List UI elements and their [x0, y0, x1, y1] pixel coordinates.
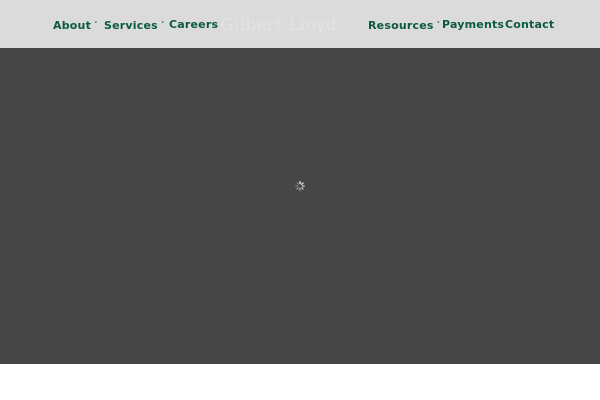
nav-services[interactable]: Services ˅ [104, 16, 165, 34]
nav-payments[interactable]: Payments [442, 16, 504, 34]
nav-careers[interactable]: Careers [169, 16, 218, 34]
nav-services-label: Services [104, 19, 158, 32]
nav-contact-label: Contact [505, 18, 555, 31]
nav-contact[interactable]: Contact [505, 16, 554, 34]
hero-banner [0, 48, 600, 364]
page: About ˅ Services ˅ Careers Gilbert Lloyd R… [0, 0, 600, 400]
chevron-down-icon: ˅ [94, 21, 98, 29]
nav-resources[interactable]: Resources ˅ [368, 16, 440, 34]
nav-payments-label: Payments [442, 18, 505, 31]
nav-careers-label: Careers [169, 18, 219, 31]
nav-about[interactable]: About ˅ [53, 16, 98, 34]
site-logo[interactable]: Gilbert Lloyd [220, 10, 356, 40]
nav-resources-label: Resources [368, 19, 434, 32]
nav-about-label: About [53, 19, 92, 32]
site-header: About ˅ Services ˅ Careers Gilbert Lloyd R… [0, 0, 600, 48]
chevron-down-icon: ˅ [436, 21, 441, 29]
spinner-icon [295, 176, 305, 191]
content-area [0, 364, 600, 400]
chevron-down-icon: ˅ [160, 21, 165, 29]
logo-text: Gilbert Lloyd [220, 15, 338, 35]
